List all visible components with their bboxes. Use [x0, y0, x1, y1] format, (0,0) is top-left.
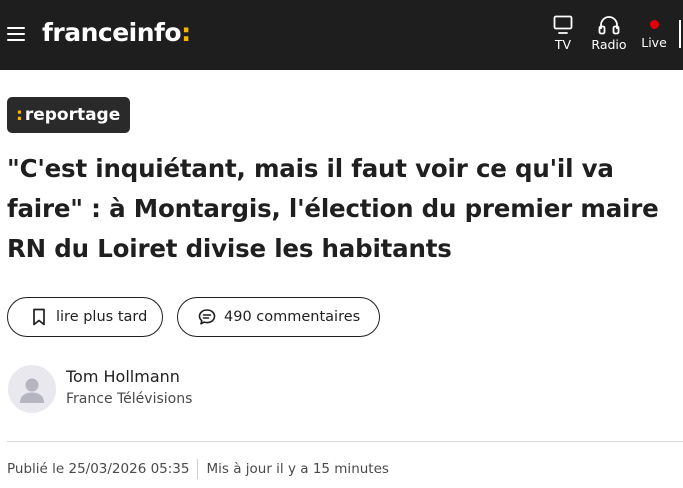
comments-button[interactable]: 490 commentaires — [177, 297, 380, 337]
author-organization: France Télévisions — [66, 391, 193, 407]
headphones-icon — [598, 16, 620, 35]
comment-icon — [198, 309, 216, 325]
updated-date: Mis à jour il y a 15 minutes — [206, 461, 389, 477]
tv-icon — [553, 15, 573, 34]
live-dot-icon — [649, 20, 659, 29]
article-title: "C'est inquiétant, mais il faut voir ce … — [7, 154, 659, 263]
franceinfo-logo[interactable]: franceinfo: — [42, 18, 191, 47]
published-date: Publié le 25/03/2026 05:35 — [7, 461, 190, 477]
category-tag[interactable]: : reportage — [7, 97, 131, 133]
nav-tv[interactable]: TV — [548, 14, 578, 56]
nav-tv-label: TV — [554, 37, 572, 52]
nav-live-label: Live — [641, 35, 667, 50]
tag-label: reportage — [24, 105, 121, 125]
author-avatar[interactable] — [8, 365, 56, 413]
publication-dates: Publié le 25/03/2026 05:35 Mis à jour il… — [7, 459, 389, 479]
logo-colon: : — [181, 18, 191, 47]
author-name[interactable]: Tom Hollmann — [66, 367, 180, 386]
tag-colon: : — [16, 105, 23, 125]
bookmark-icon — [33, 308, 45, 326]
menu-button[interactable] — [7, 24, 26, 44]
header-edge — [679, 20, 681, 48]
read-later-button[interactable]: lire plus tard — [7, 297, 163, 337]
divider — [7, 441, 683, 442]
read-later-label: lire plus tard — [56, 309, 148, 325]
comments-label: 490 commentaires — [224, 309, 361, 325]
dates-separator — [197, 459, 199, 479]
nav-live[interactable]: Live — [637, 14, 671, 56]
nav-radio[interactable]: Radio — [588, 14, 630, 56]
user-icon — [20, 378, 44, 403]
nav-radio-label: Radio — [591, 37, 627, 52]
top-bar: franceinfo: TV Radio Live — [0, 0, 683, 70]
logo-text: franceinfo — [42, 18, 182, 47]
